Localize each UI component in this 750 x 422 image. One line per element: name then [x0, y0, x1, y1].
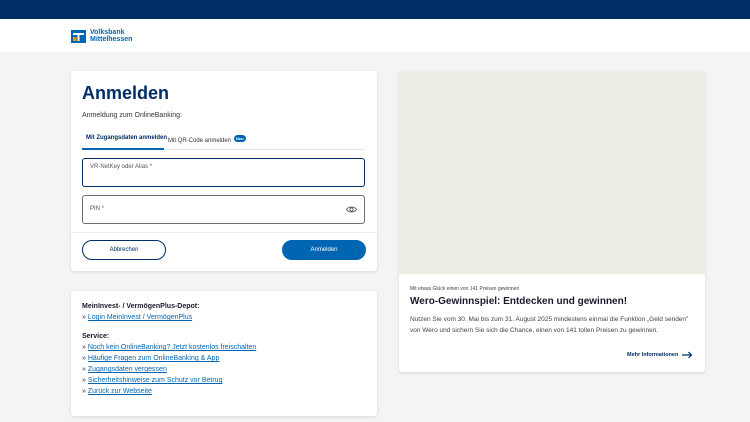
tab-qr-code[interactable]: Mit QR-Code anmelden Neu	[168, 135, 246, 144]
top-bar	[0, 0, 750, 19]
more-info-link[interactable]: Mehr Informationen	[627, 351, 693, 359]
eye-icon[interactable]	[346, 205, 357, 214]
depot-section-title: MeinInvest- / VermögenPlus-Depot:	[82, 303, 200, 310]
bank-name-line2: Mittelhessen	[90, 36, 133, 43]
link-back-to-website[interactable]: » Zurück zur Webseite	[82, 388, 152, 395]
service-section-title: Service:	[82, 333, 110, 340]
promo-title: Wero-Gewinnspiel: Entdecken und gewinnen…	[410, 296, 628, 307]
active-tab-indicator	[82, 148, 164, 150]
bank-name: Volksbank Mittelhessen	[90, 29, 132, 43]
link-label: Häufige Fragen zum OnlineBanking & App	[87, 355, 220, 362]
link-faq[interactable]: » Häufige Fragen zum OnlineBanking & App	[82, 355, 219, 362]
site-header: Volksbank Mittelhessen	[0, 19, 750, 52]
promo-image	[399, 71, 705, 274]
link-activate-onlinebanking[interactable]: » Noch kein OnlineBanking? Jetzt kostenl…	[82, 344, 256, 351]
link-forgot-credentials[interactable]: » Zugangsdaten vergessen	[82, 366, 167, 373]
new-badge: Neu	[234, 135, 246, 142]
promo-text: Nutzen Sie vom 30. Mai bis zum 31. Augus…	[410, 316, 689, 334]
netkey-field-label: VR-NetKey oder Alias *	[90, 164, 153, 170]
link-security-notes[interactable]: » Sicherheitshinweise zum Schutz vor Bet…	[82, 377, 222, 384]
link-meininvest-login[interactable]: » Login MeinInvest / VermögenPlus	[82, 314, 192, 321]
login-button[interactable]: Anmelden	[282, 240, 366, 260]
link-label: Noch kein OnlineBanking? Jetzt kostenlos…	[87, 344, 257, 351]
link-label: Login MeinInvest / VermögenPlus	[87, 314, 193, 321]
volksbank-logo-icon	[71, 29, 86, 43]
cancel-button[interactable]: Abbrechen	[82, 240, 166, 260]
bank-logo[interactable]: Volksbank Mittelhessen	[71, 29, 132, 43]
tab-qr-code-label: Mit QR-Code anmelden	[168, 138, 232, 144]
more-info-label: Mehr Informationen	[627, 352, 679, 358]
tab-credentials-label: Mit Zugangsdaten anmelden	[86, 135, 168, 141]
pin-field-label: PIN *	[90, 206, 105, 212]
promo-kicker: Mit etwas Glück einen von 141 Preisen ge…	[410, 286, 520, 292]
cancel-button-label: Abbrechen	[109, 247, 139, 253]
tab-credentials[interactable]: Mit Zugangsdaten anmelden	[86, 135, 167, 141]
link-label: Zurück zur Webseite	[87, 388, 152, 395]
arrow-right-icon	[682, 351, 693, 359]
login-subtitle: Anmeldung zum OnlineBanking:	[82, 112, 183, 119]
page-title: Anmelden	[82, 83, 170, 103]
divider	[71, 232, 377, 233]
link-label: Sicherheitshinweise zum Schutz vor Betru…	[87, 377, 223, 384]
login-tabs: Mit Zugangsdaten anmelden Mit QR-Code an…	[82, 131, 365, 150]
login-card: Anmelden Anmeldung zum OnlineBanking: Mi…	[71, 71, 377, 271]
pin-field[interactable]: PIN *	[82, 195, 365, 224]
netkey-field[interactable]: VR-NetKey oder Alias *	[82, 158, 365, 187]
bank-name-line1: Volksbank	[90, 29, 125, 36]
login-button-label: Anmelden	[310, 247, 338, 253]
promo-card: Mit etwas Glück einen von 141 Preisen ge…	[399, 71, 705, 372]
link-label: Zugangsdaten vergessen	[87, 366, 167, 373]
service-links-card: MeinInvest- / VermögenPlus-Depot: » Logi…	[71, 291, 377, 416]
